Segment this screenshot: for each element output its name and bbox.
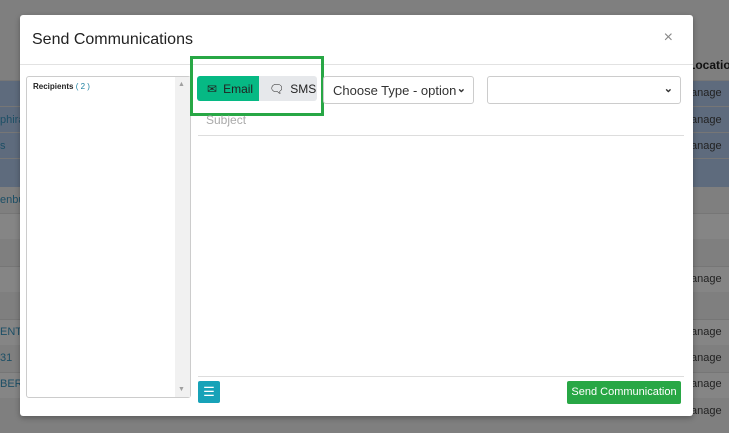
send-communication-button[interactable]: Send Communication: [567, 381, 681, 404]
manage-link: anage: [691, 87, 722, 99]
manage-link: anage: [691, 140, 722, 152]
divider: [198, 376, 684, 377]
scroll-up-icon[interactable]: ▲: [178, 81, 185, 88]
recipients-list[interactable]: Recipients ( 2 ) ▲ ▼: [26, 76, 191, 398]
divider: [20, 64, 693, 65]
manage-link: anage: [691, 273, 722, 285]
scrollbar[interactable]: ▲ ▼: [175, 77, 190, 397]
sms-tab[interactable]: 🗨 SMS: [259, 76, 317, 101]
bg-text: ENT: [0, 326, 22, 338]
recipients-count: ( 2 ): [75, 82, 90, 91]
manage-link: anage: [691, 405, 722, 417]
template-select[interactable]: ⌄: [487, 76, 681, 104]
manage-link: anage: [691, 326, 722, 338]
subject-input[interactable]: Subject: [198, 111, 684, 136]
close-button[interactable]: ×: [664, 29, 673, 47]
envelope-icon: ✉: [207, 81, 218, 96]
chat-icon: 🗨: [269, 81, 285, 96]
channel-toggle: ✉ Email 🗨 SMS: [197, 76, 317, 101]
recipients-label: Recipients ( 2 ): [33, 82, 90, 91]
manage-link: anage: [691, 352, 722, 364]
email-tab[interactable]: ✉ Email: [197, 76, 259, 101]
manage-link: anage: [691, 378, 722, 390]
column-header-location: Location: [688, 58, 729, 72]
manage-link: anage: [691, 114, 722, 126]
modal-title: Send Communications: [32, 31, 193, 48]
bg-text: s: [0, 140, 6, 152]
bg-text: 31: [0, 352, 13, 364]
scroll-down-icon[interactable]: ▼: [178, 386, 185, 393]
send-communications-modal: Send Communications × Recipients ( 2 ) ▲…: [20, 15, 693, 416]
hamburger-icon[interactable]: ☰: [198, 381, 220, 403]
chevron-down-icon: ⌄: [663, 83, 673, 95]
type-select[interactable]: Choose Type - option ⌄: [323, 76, 474, 104]
chevron-down-icon: ⌄: [456, 83, 466, 95]
